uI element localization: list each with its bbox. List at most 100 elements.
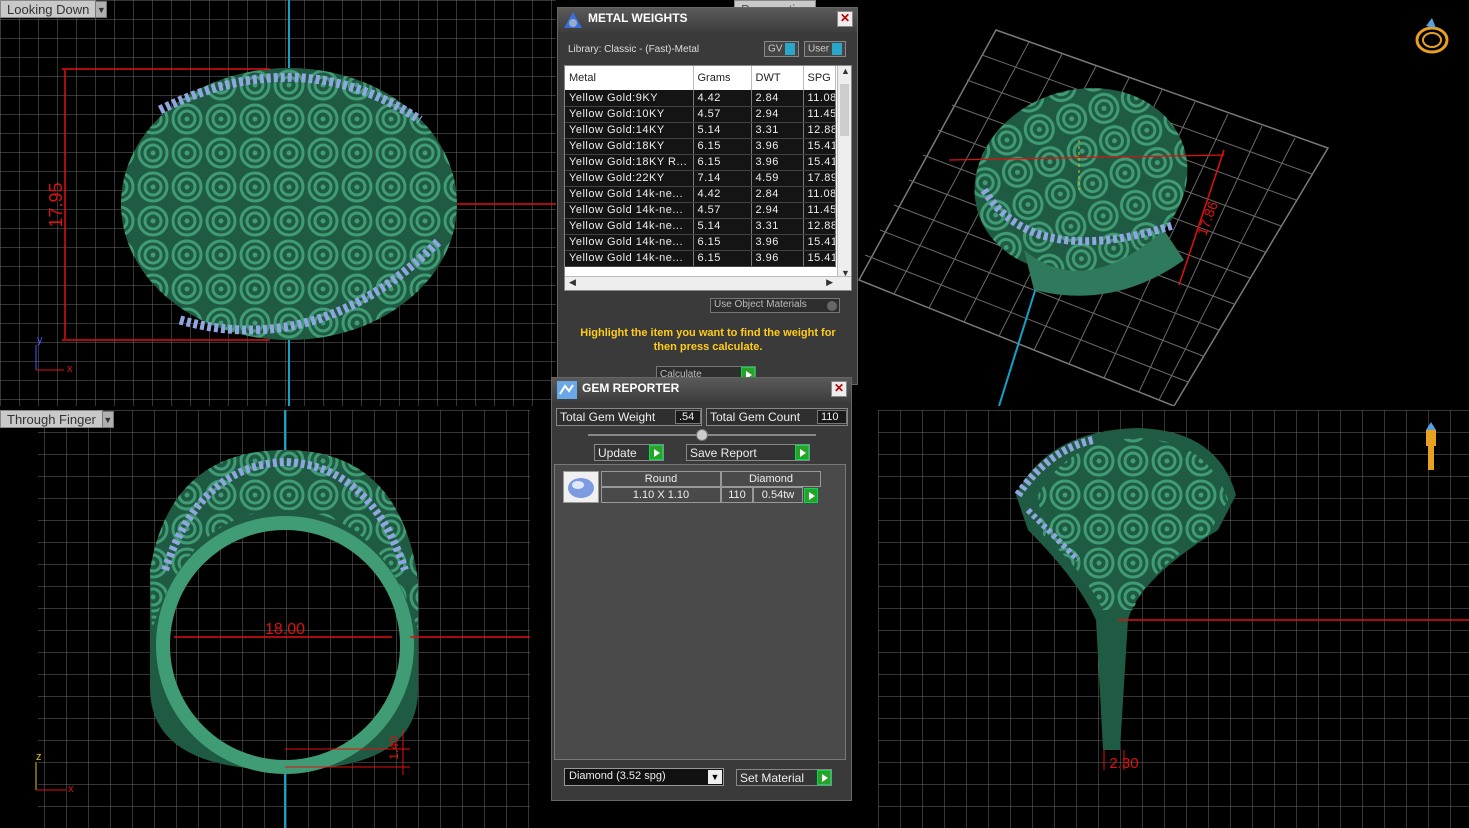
total-gem-count-field: Total Gem Count 110 [706,408,848,426]
table-cell: 6.15 [693,154,752,171]
table-cell: 3.96 [751,154,804,171]
table-cell: 15.41 [803,154,836,171]
table-row[interactable]: Yellow Gold 14k-ne... 5.14 3.31 12.88 [565,218,836,235]
column-header[interactable]: DWT [751,66,804,90]
column-header[interactable]: SPG [803,66,836,90]
dimension-shank-width: 2.30 [1109,755,1138,772]
gem-material: Diamond [721,471,821,487]
viewport-bottom-right-canvas: 2.30 [878,410,1469,828]
use-object-materials-checkbox[interactable]: Use Object Materials [710,298,840,313]
viewport-label-bottom-left[interactable]: Through Finger ▼ [0,410,114,428]
table-row[interactable]: Yellow Gold:18KY R... 6.15 3.96 15.41 [565,154,836,171]
table-cell: 4.59 [751,170,804,187]
table-cell: Yellow Gold:18KY R... [565,154,694,171]
gem-size: 1.10 X 1.10 [601,487,721,503]
table-cell: 5.14 [693,218,752,235]
update-button[interactable]: Update [594,444,664,461]
table-row[interactable]: Yellow Gold:10KY 4.57 2.94 11.45 [565,106,836,123]
column-header[interactable]: Metal [565,66,694,90]
viewport-top-left[interactable]: 17.95 y x Looking Down ▼ [0,0,556,406]
table-cell: Yellow Gold:22KY [565,170,694,187]
viewport-bottom-left[interactable]: 18.00 1.40 z x Through Finger ▼ [0,410,530,828]
save-report-button[interactable]: Save Report [686,444,810,461]
table-row[interactable]: Yellow Gold:14KY 5.14 3.31 12.88 [565,122,836,139]
gem-reporter-titlebar[interactable]: GEM REPORTER ✕ [552,378,851,402]
gem-reporter-panel: GEM REPORTER ✕ Total Gem Weight .54 Tota… [551,377,852,801]
table-row[interactable]: Yellow Gold:18KY 6.15 3.96 15.41 [565,138,836,155]
table-cell: 6.15 [693,234,752,251]
viewport-label-top-left[interactable]: Looking Down ▼ [0,0,108,18]
table-cell: Yellow Gold 14k-ne... [565,218,694,235]
gem-count: 110 [721,487,753,503]
table-cell: 2.84 [751,90,804,107]
calculate-hint: Highlight the item you want to find the … [580,327,836,353]
column-header[interactable]: Grams [693,66,752,90]
library-label: Library: Classic - (Fast)-Metal [568,44,700,55]
table-cell: 6.15 [693,138,752,155]
viewport-top-left-canvas: 17.95 y x [0,0,556,406]
table-cell: 11.45 [803,106,836,123]
total-gem-weight-value: .54 [675,410,701,424]
viewport-menu-dropdown[interactable]: ▼ [95,1,108,18]
metal-table[interactable]: Metal Grams DWT SPG Yellow Gold:9KY 4.42 2.84… [564,65,852,291]
total-gem-count-value: 110 [817,410,847,424]
table-row[interactable]: Yellow Gold:22KY 7.14 4.59 17.89 [565,170,836,187]
ring-view-icon[interactable] [1415,18,1449,54]
slider[interactable] [588,429,816,441]
dimension-height: 17.95 [46,182,66,227]
viewport-bottom-left-canvas: 18.00 1.40 z x [35,410,530,828]
table-horizontal-scrollbar[interactable]: ◀ ▶ [565,276,851,290]
table-cell: 6.15 [693,250,752,267]
axis-x-label-bl: x [68,783,74,795]
table-cell: 3.96 [751,234,804,251]
table-cell: 15.41 [803,234,836,251]
table-row[interactable]: Yellow Gold 14k-ne... 6.15 3.96 15.41 [565,250,836,267]
table-row[interactable]: Yellow Gold:9KY 4.42 2.84 11.08 [565,90,836,107]
table-cell: 4.42 [693,186,752,203]
table-cell: 3.96 [751,138,804,155]
user-toggle[interactable]: User [804,41,847,57]
gem-select-icon[interactable] [804,488,818,503]
chevron-down-icon: ▼ [708,770,722,784]
metal-weights-icon [564,12,582,28]
table-cell: 5.14 [693,122,752,139]
play-icon [817,770,831,785]
table-cell: 2.94 [751,202,804,219]
table-row[interactable]: Yellow Gold 14k-ne... 6.15 3.96 15.41 [565,234,836,251]
table-cell: 11.08 [803,186,836,203]
table-cell: 4.57 [693,106,752,123]
dimension-shank-thickness: 1.40 [387,736,401,760]
table-cell: Yellow Gold:9KY [565,90,694,107]
axis-x-label: x [67,363,73,375]
axis-y-label: y [37,334,43,346]
viewport-bottom-right[interactable]: 2.30 [878,410,1469,828]
dimension-inner-diameter: 18.00 [265,621,305,638]
table-cell: Yellow Gold 14k-ne... [565,202,694,219]
table-cell: 12.88 [803,218,836,235]
gem-reporter-icon [557,381,577,399]
table-row[interactable]: Yellow Gold 14k-ne... 4.57 2.94 11.45 [565,202,836,219]
table-cell: 4.42 [693,90,752,107]
table-cell: 17.89 [803,170,836,187]
table-cell: 4.57 [693,202,752,219]
table-cell: 11.08 [803,90,836,107]
table-cell: 3.96 [751,250,804,267]
table-vertical-scrollbar[interactable]: ▲ ▼ [837,66,851,278]
table-cell: Yellow Gold:14KY [565,122,694,139]
gem-shape: Round [601,471,721,487]
material-select[interactable]: Diamond (3.52 spg) ▼ [564,768,724,786]
metal-weights-titlebar[interactable]: METAL WEIGHTS ✕ [558,8,857,32]
table-cell: 2.84 [751,186,804,203]
table-cell: Yellow Gold:10KY [565,106,694,123]
close-icon[interactable]: ✕ [831,381,847,397]
close-icon[interactable]: ✕ [837,11,853,27]
viewport-menu-dropdown-bl[interactable]: ▼ [101,411,114,428]
set-material-button[interactable]: Set Material [736,769,832,786]
table-cell: Yellow Gold 14k-ne... [565,234,694,251]
table-row[interactable]: Yellow Gold 14k-ne... 4.42 2.84 11.08 [565,186,836,203]
table-cell: Yellow Gold 14k-ne... [565,250,694,267]
gv-toggle[interactable]: GV [764,41,800,57]
slider-handle[interactable] [696,429,708,441]
gem-list[interactable]: Round Diamond 1.10 X 1.10 110 0.54tw [554,464,846,760]
table-cell: 3.31 [751,218,804,235]
